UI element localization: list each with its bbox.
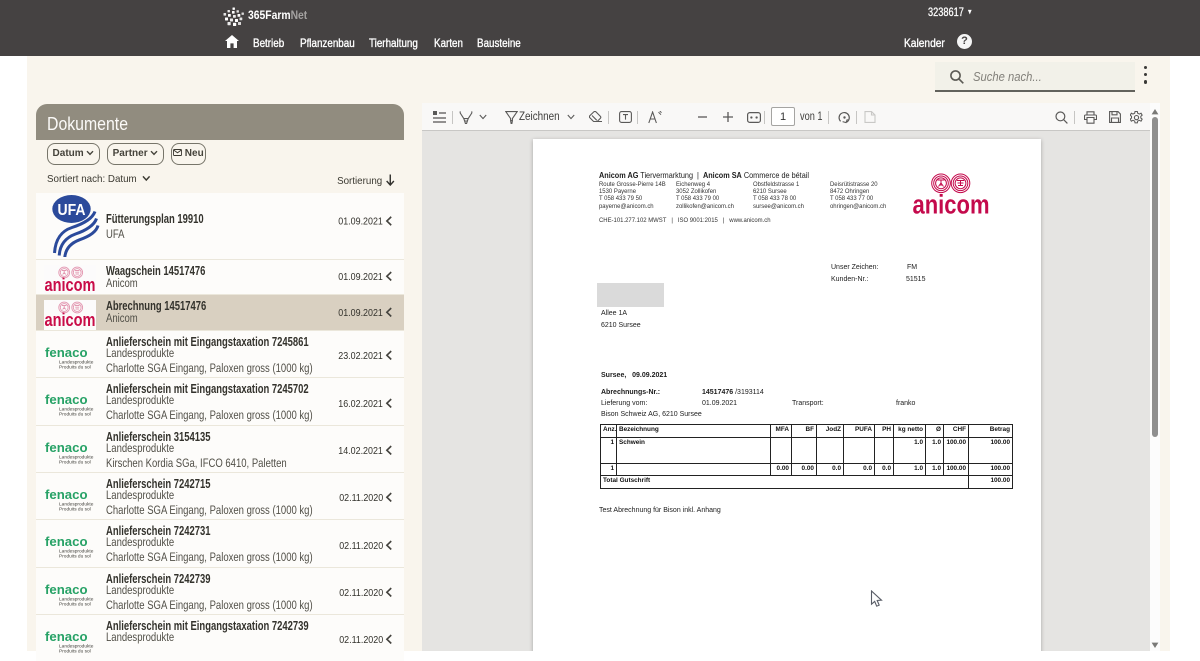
svg-text:Produits du sol: Produits du sol bbox=[59, 602, 91, 608]
svg-text:Produits du sol: Produits du sol bbox=[59, 507, 91, 513]
svg-text:Produits du sol: Produits du sol bbox=[59, 460, 91, 466]
svg-text:fenaco: fenaco bbox=[45, 487, 88, 502]
svg-text:anicom: anicom bbox=[45, 310, 96, 330]
svg-text:fenaco: fenaco bbox=[45, 629, 88, 644]
svg-text:Produits du sol: Produits du sol bbox=[59, 365, 91, 371]
svg-text:fenaco: fenaco bbox=[45, 345, 88, 360]
svg-text:fenaco: fenaco bbox=[45, 582, 88, 597]
svg-text:fenaco: fenaco bbox=[45, 534, 88, 549]
svg-text:anicom: anicom bbox=[45, 275, 96, 294]
svg-text:Produits du sol: Produits du sol bbox=[59, 412, 91, 418]
svg-text:fenaco: fenaco bbox=[45, 440, 88, 455]
svg-text:Produits du sol: Produits du sol bbox=[59, 649, 91, 655]
svg-text:fenaco: fenaco bbox=[45, 392, 88, 407]
svg-text:UFA: UFA bbox=[58, 202, 86, 219]
svg-text:Produits du sol: Produits du sol bbox=[59, 554, 91, 560]
svg-text:anicom: anicom bbox=[913, 190, 990, 217]
